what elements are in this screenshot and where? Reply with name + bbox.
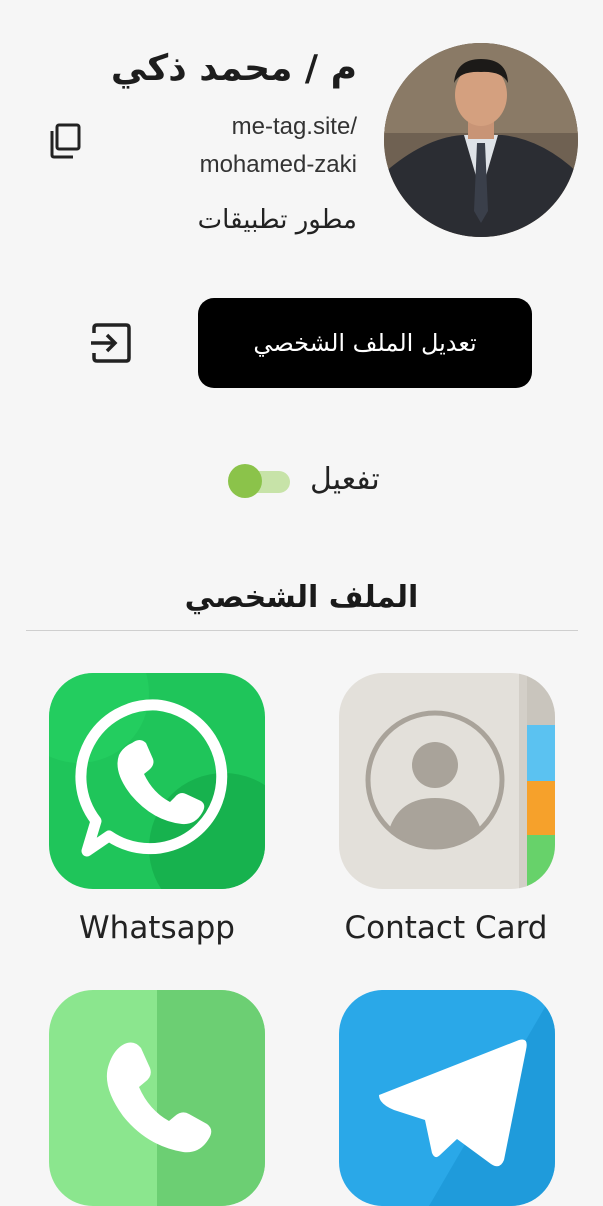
- profile-link: me-tag.site/ mohamed-zaki: [200, 108, 357, 184]
- profile-name: م / محمد ذكي: [110, 48, 357, 89]
- whatsapp-tile[interactable]: [49, 673, 265, 889]
- logout-icon[interactable]: [86, 318, 136, 368]
- activate-label: تفعيل: [310, 462, 380, 497]
- phone-tile[interactable]: [49, 990, 265, 1206]
- profile-link-line2: mohamed-zaki: [199, 151, 357, 178]
- telegram-icon: [339, 990, 555, 1206]
- contact-card-label: Contact Card: [344, 910, 548, 946]
- profile-avatar: [384, 43, 578, 237]
- whatsapp-icon: [49, 673, 265, 889]
- telegram-tile[interactable]: [339, 990, 555, 1206]
- activate-toggle[interactable]: [228, 463, 290, 498]
- section-divider: [26, 630, 578, 631]
- contact-card-icon: [339, 673, 555, 889]
- contact-card-tile[interactable]: [339, 673, 555, 889]
- copy-icon[interactable]: [48, 123, 82, 159]
- profile-link-line1: me-tag.site/: [231, 113, 357, 140]
- toggle-knob: [228, 464, 262, 498]
- section-title: الملف الشخصي: [184, 580, 419, 615]
- edit-profile-button[interactable]: تعديل الملف الشخصي: [198, 298, 532, 388]
- phone-icon: [49, 990, 265, 1206]
- whatsapp-label: Whatsapp: [79, 910, 235, 946]
- profile-job-title: مطور تطبيقات: [197, 205, 357, 235]
